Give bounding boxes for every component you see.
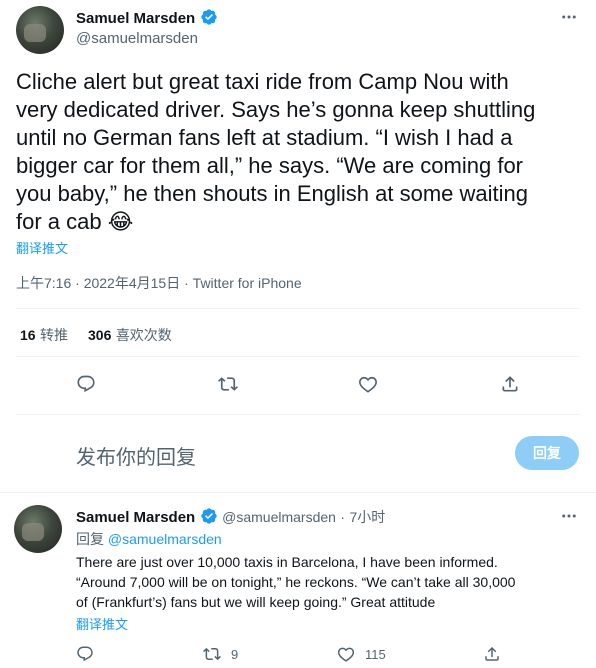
tweet-time[interactable]: 上午7:16	[16, 275, 71, 291]
tweet-text-line: until no German fans left at stadium. “I…	[16, 125, 513, 150]
more-options-icon[interactable]	[560, 507, 578, 530]
retweet-button[interactable]	[210, 366, 246, 402]
retweet-stats[interactable]: 16 转推	[20, 325, 68, 345]
retweet-label: 转推	[40, 327, 69, 343]
tweet-text-line: very dedicated driver. Says he’s gonna k…	[16, 97, 536, 122]
reply-submit-button[interactable]: 回复	[515, 436, 579, 470]
tweet-text-line: you baby,” he then shouts in English at …	[16, 181, 529, 206]
tweet-text: Cliche alert but great taxi ride from Ca…	[16, 68, 586, 236]
tweet-text-line: for a cab 😂	[16, 209, 134, 234]
author-handle[interactable]: @samuelmarsden	[222, 509, 336, 525]
retweet-icon	[203, 647, 221, 661]
like-stats[interactable]: 306 喜欢次数	[88, 325, 172, 345]
share-icon	[502, 376, 518, 392]
reply-icon	[77, 375, 95, 393]
divider	[16, 356, 580, 357]
reply-reply-button[interactable]	[76, 645, 94, 668]
avatar[interactable]	[16, 6, 64, 54]
avatar[interactable]	[14, 505, 62, 553]
replying-to-handle[interactable]: @samuelmarsden	[108, 531, 222, 547]
divider	[16, 414, 580, 415]
tweet-date[interactable]: 2022年4月15日	[84, 275, 181, 291]
reply-input[interactable]: 发布你的回复	[76, 441, 196, 470]
separator: ·	[184, 275, 189, 291]
author-info: Samuel Marsden @samuelmarsden	[76, 8, 218, 47]
reply-like-button[interactable]: 115	[337, 645, 386, 663]
reply-text: There are just over 10,000 taxis in Barc…	[76, 552, 586, 612]
author-name[interactable]: Samuel Marsden	[76, 509, 195, 526]
reply-retweet-button[interactable]: 9	[203, 645, 238, 663]
separator: ·	[340, 509, 346, 525]
reply-text-line: There are just over 10,000 taxis in Barc…	[76, 554, 498, 570]
translate-tweet-link[interactable]: 翻译推文	[16, 238, 68, 257]
share-icon	[485, 646, 499, 661]
divider	[0, 492, 596, 493]
like-count: 115	[365, 646, 386, 662]
reply-time[interactable]: 7小时	[350, 509, 386, 525]
reply-icon	[77, 646, 93, 662]
reply-text-line: “Around 7,000 will be on tonight,” he re…	[76, 574, 516, 590]
share-button[interactable]	[492, 366, 528, 402]
like-button[interactable]	[350, 366, 386, 402]
verified-badge-icon	[200, 8, 218, 26]
heart-icon	[337, 647, 355, 662]
retweet-icon	[218, 377, 238, 391]
tweet-text-line: Cliche alert but great taxi ride from Ca…	[16, 69, 509, 94]
retweet-count: 9	[231, 646, 239, 662]
reply-author-info: Samuel Marsden @samuelmarsden · 7小时	[76, 507, 385, 527]
divider	[16, 308, 580, 309]
tweet-text-line: bigger car for them all,” he says. “We a…	[16, 153, 524, 178]
reply-share-button[interactable]	[483, 645, 501, 668]
author-handle[interactable]: @samuelmarsden	[76, 30, 218, 47]
retweet-count: 16	[20, 327, 36, 343]
separator: ·	[75, 275, 80, 291]
verified-badge-icon	[200, 507, 218, 525]
more-options-icon[interactable]	[560, 8, 578, 31]
heart-icon	[359, 376, 377, 393]
translate-tweet-link[interactable]: 翻译推文	[76, 614, 128, 633]
tweet-timestamp: 上午7:16 · 2022年4月15日 · Twitter for iPhone	[16, 273, 302, 293]
reply-button[interactable]	[68, 366, 104, 402]
replying-to: 回复 @samuelmarsden	[76, 529, 222, 549]
reply-text-line: of (Frankfurt’s) fans but we will keep g…	[76, 594, 436, 610]
author-name[interactable]: Samuel Marsden	[76, 10, 195, 27]
like-label: 喜欢次数	[115, 327, 172, 343]
replying-to-prefix: 回复	[76, 531, 104, 547]
like-count: 306	[88, 327, 112, 343]
tweet-source[interactable]: Twitter for iPhone	[193, 275, 302, 291]
